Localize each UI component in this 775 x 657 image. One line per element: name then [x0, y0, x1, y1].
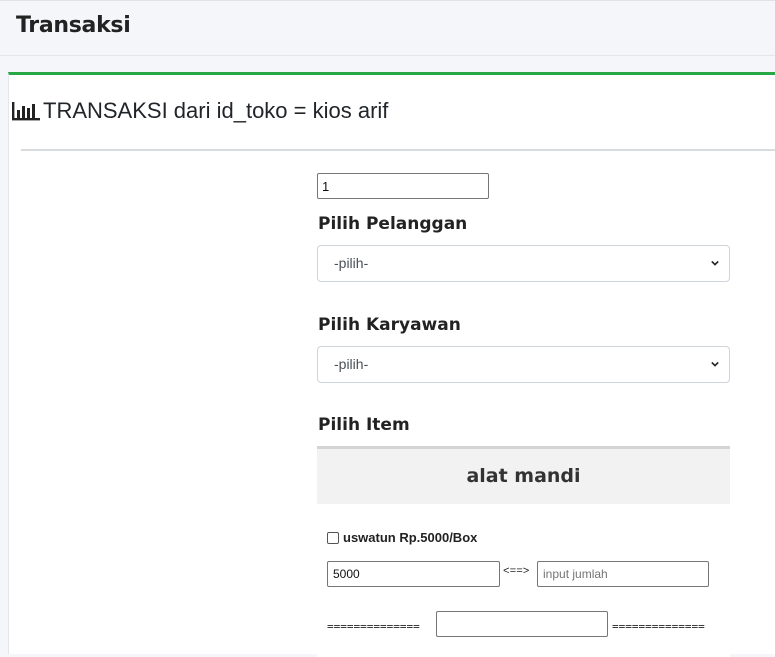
pelanggan-label: Pilih Pelanggan: [318, 214, 468, 234]
quantity-input[interactable]: [537, 561, 709, 587]
arrow-text: <==>: [503, 566, 530, 578]
separator-right: ==============: [612, 620, 705, 633]
separator-left: ==============: [327, 620, 420, 633]
bar-chart-icon: [12, 102, 40, 121]
item-category-panel: alat mandi uswatun Rp.5000/Box <==> ====…: [317, 446, 730, 657]
card-title: TRANSAKSI dari id_toko = kios arif: [11, 98, 388, 124]
item-checkbox[interactable]: [327, 531, 339, 544]
item-label: Pilih Item: [318, 415, 410, 435]
item-checkbox-row[interactable]: uswatun Rp.5000/Box: [327, 530, 477, 545]
chevron-down-icon: [711, 361, 719, 367]
karyawan-selected: -pilih-: [334, 356, 369, 372]
page-title: Transaksi: [16, 13, 131, 38]
transaction-card: TRANSAKSI dari id_toko = kios arif Pilih…: [8, 72, 775, 657]
pelanggan-selected: -pilih-: [334, 255, 369, 271]
karyawan-select[interactable]: -pilih-: [317, 346, 730, 383]
card-title-text: TRANSAKSI dari id_toko = kios arif: [43, 98, 389, 123]
item-checkbox-label: uswatun Rp.5000/Box: [343, 530, 478, 545]
number-input[interactable]: [317, 173, 489, 199]
price-input[interactable]: [327, 561, 500, 587]
pelanggan-select[interactable]: -pilih-: [317, 245, 730, 282]
karyawan-label: Pilih Karyawan: [318, 315, 461, 335]
chevron-down-icon: [711, 260, 719, 266]
card-header: TRANSAKSI dari id_toko = kios arif: [9, 75, 775, 147]
total-input[interactable]: [436, 611, 608, 637]
top-bar: Transaksi: [0, 0, 775, 56]
category-title: alat mandi: [317, 446, 730, 504]
header-divider: [21, 149, 775, 151]
